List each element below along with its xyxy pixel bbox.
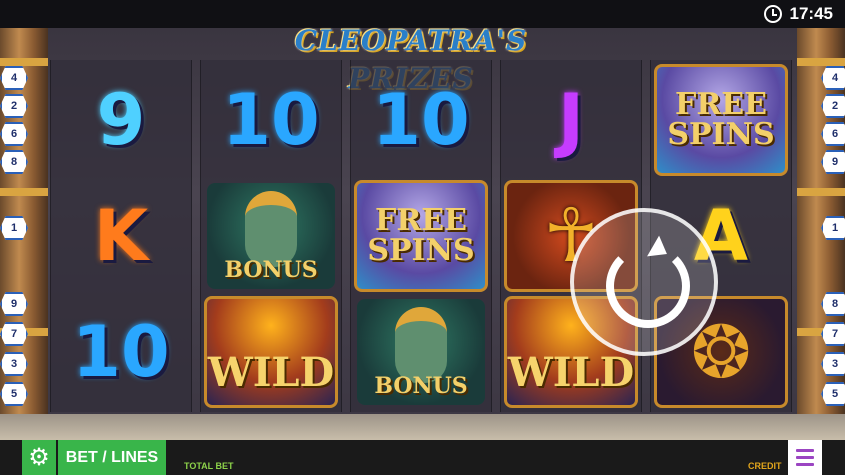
- bottom-bar: ⚙ BET / LINES TOTAL BET CREDIT: [0, 440, 845, 475]
- symbol-free_spins: FREE SPINS: [651, 64, 791, 176]
- symbol-letter: 10: [72, 311, 170, 393]
- symbol-letter: J: [557, 79, 585, 161]
- symbol-bonus: BONUS: [201, 180, 341, 292]
- gear-icon: ⚙: [28, 444, 50, 471]
- symbol-free_spins: FREE SPINS: [351, 180, 491, 292]
- spin-button[interactable]: [570, 208, 718, 356]
- payline-left-2[interactable]: 2: [0, 94, 28, 118]
- wild-label: WILD: [507, 348, 635, 396]
- reel-1: 9 K 10: [50, 60, 192, 412]
- free-spins-line1: FREE: [375, 203, 467, 238]
- bet-lines-button[interactable]: BET / LINES: [58, 440, 166, 475]
- payline-left-7[interactable]: 7: [0, 322, 28, 346]
- payline-left-1[interactable]: 1: [0, 216, 28, 240]
- temple-floor: [0, 414, 845, 440]
- reel-2: 10 BONUS WILD: [200, 60, 342, 412]
- payline-left-3[interactable]: 3: [0, 352, 28, 376]
- symbol-letter: K: [93, 195, 149, 277]
- clock-time: 17:45: [789, 4, 833, 23]
- cleopatra-icon: [395, 307, 447, 383]
- symbol-letter: 10: [51, 296, 191, 408]
- total-bet-label: TOTAL BET: [184, 461, 234, 471]
- menu-button[interactable]: [788, 440, 822, 475]
- reel-3: 10 FREE SPINS BONUS: [350, 60, 492, 412]
- payline-left-9[interactable]: 9: [0, 292, 28, 316]
- wild-label: WILD: [207, 348, 335, 396]
- menu-icon: [796, 449, 814, 452]
- symbol-bonus: BONUS: [351, 296, 491, 408]
- bonus-label: BONUS: [374, 373, 468, 399]
- settings-button[interactable]: ⚙: [22, 440, 56, 475]
- payline-left-5[interactable]: 5: [0, 382, 28, 406]
- free-spins-line2: SPINS: [667, 117, 775, 152]
- clock: 17:45: [763, 3, 833, 25]
- free-spins-line2: SPINS: [367, 233, 475, 268]
- credit-label: CREDIT: [748, 461, 782, 471]
- free-spins-line1: FREE: [675, 87, 767, 122]
- symbol-letter: 10: [222, 79, 320, 161]
- symbol-wild: WILD: [201, 296, 341, 408]
- symbol-letter: J: [501, 64, 641, 176]
- symbol-letter: 10: [372, 79, 470, 161]
- symbol-letter: K: [51, 180, 191, 292]
- bonus-label: BONUS: [224, 257, 318, 283]
- symbol-letter: 9: [51, 64, 191, 176]
- payline-left-4[interactable]: 4: [0, 66, 28, 90]
- symbol-letter: 10: [351, 64, 491, 176]
- clock-icon: [763, 5, 782, 23]
- symbol-letter: 10: [201, 64, 341, 176]
- payline-left-6[interactable]: 6: [0, 122, 28, 146]
- game-title: CLEOPATRA'S PRIZES: [294, 24, 528, 95]
- symbol-letter: 9: [96, 79, 146, 161]
- payline-left-8[interactable]: 8: [0, 150, 28, 174]
- cleopatra-icon: [245, 191, 297, 267]
